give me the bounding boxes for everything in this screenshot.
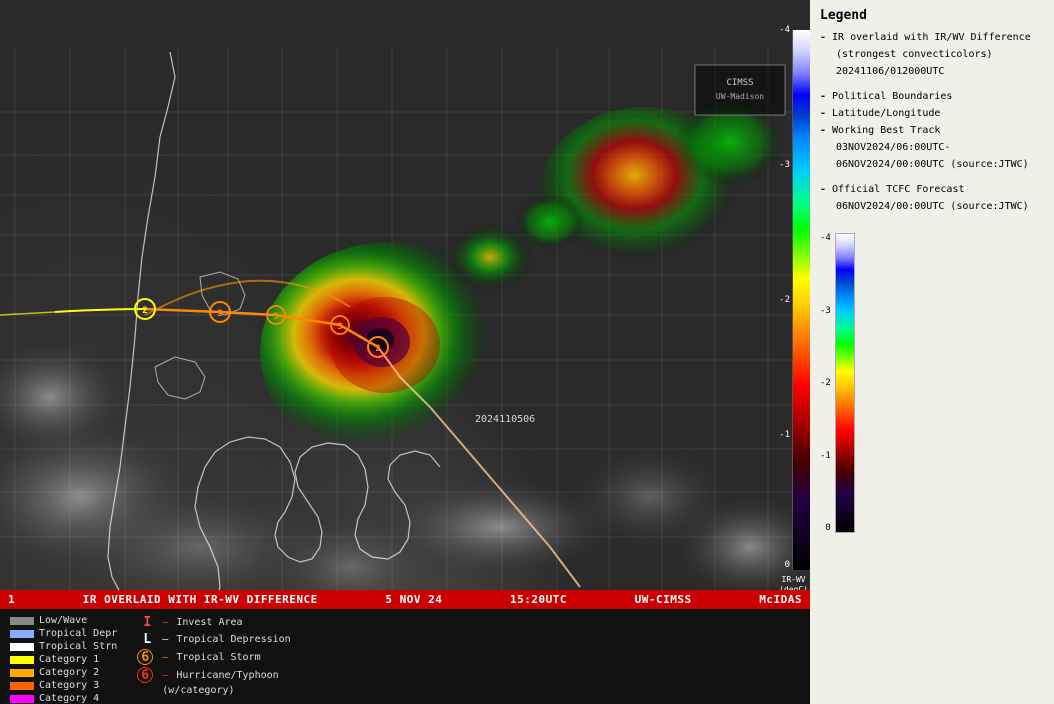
cat4-label: Category 4 <box>39 693 99 704</box>
legend-row-invest: I – Invest Area <box>137 615 290 630</box>
legend-text-tcfc-date: 06NOV2024/00:00UTC (source:JTWC) <box>836 200 1029 213</box>
legend-text-datetime: 20241106/012000UTC <box>836 65 944 78</box>
legend-row-td: Tropical Depr <box>10 628 117 639</box>
invest-dash: – <box>162 617 168 628</box>
legend-item-latlon: - Latitude/Longitude <box>820 107 1044 120</box>
legend-dash-4: - <box>820 124 826 137</box>
legend-row-cat4: Category 4 <box>10 693 117 704</box>
invest-symbol: I <box>137 615 157 630</box>
legend-dash-3: - <box>820 107 826 120</box>
legend-item-besttrack-period1: 03NOV2024/06:00UTC- <box>820 141 1044 154</box>
legend-item-ir: - IR overlaid with IR/WV Difference <box>820 31 1044 44</box>
legend-dash-1: - <box>820 31 826 44</box>
cat3-label: Category 3 <box>39 680 99 691</box>
ts-color <box>10 643 34 651</box>
cat3-color <box>10 682 34 690</box>
ts-symbol: 6 <box>137 649 153 665</box>
scale-label-3: -2 <box>779 295 790 305</box>
lowwave-color <box>10 617 34 625</box>
scale-tick-0: 0 <box>820 523 831 533</box>
legend-text-convecti: (strongest convecticolors) <box>836 48 993 61</box>
ts-sym-dash: – <box>162 652 168 663</box>
main-container: 2 3 3 3 2 2024110506 CIMSS UW-Madison 22… <box>0 0 1054 704</box>
legend-colorscale-container: -4 -3 -2 -1 0 <box>820 233 1044 533</box>
legend-spacer-2 <box>820 175 1044 183</box>
td-color <box>10 630 34 638</box>
legend-scale-bar <box>835 233 855 533</box>
scale-label-4: -1 <box>779 430 790 440</box>
legend-item-political: - Political Boundaries <box>820 90 1044 103</box>
invest-area-label: Invest Area <box>176 617 242 628</box>
hurricane-symbol: 6 <box>137 667 153 683</box>
hurricane-label: Hurricane/Typhoon <box>176 670 278 681</box>
cat2-label: Category 2 <box>39 667 99 678</box>
td-label: Tropical Depr <box>39 628 117 639</box>
td-symbol: L <box>137 632 157 647</box>
legend-text-bt-start: 03NOV2024/06:00UTC- <box>836 141 950 154</box>
legend-dash-5: - <box>820 183 826 196</box>
legend-row-cat2: Category 2 <box>10 667 117 678</box>
legend-scale-labels: -4 -3 -2 -1 0 <box>820 233 831 533</box>
legend-row-wcategory: (w/category) <box>137 685 290 696</box>
legend-row-lowwave: Low/Wave <box>10 615 117 626</box>
source-display: UW-CIMSS <box>635 593 692 606</box>
scale-label-2: -3 <box>779 160 790 170</box>
color-scale-bar <box>792 30 810 570</box>
legend-item-tcfc-date: 06NOV2024/00:00UTC (source:JTWC) <box>820 200 1044 213</box>
tropical-depression-label: Tropical Depression <box>176 634 290 645</box>
cat4-color <box>10 695 34 703</box>
legend-text-tcfc: Official TCFC Forecast <box>832 183 964 196</box>
symbol-legend: I – Invest Area L – Tropical Depression … <box>137 615 290 698</box>
time-display: 15:20UTC <box>510 593 567 606</box>
legend-text-ir: IR overlaid with IR/WV Difference <box>832 31 1031 44</box>
scale-label-top: -4 <box>779 25 790 35</box>
legend-row-cat1: Category 1 <box>10 654 117 665</box>
cat1-label: Category 1 <box>39 654 99 665</box>
legend-text-bt-end: 06NOV2024/00:00UTC (source:JTWC) <box>836 158 1029 171</box>
legend-dash-2: - <box>820 90 826 103</box>
legend-item-tcfc: - Official TCFC Forecast <box>820 183 1044 196</box>
software-display: McIDAS <box>759 593 802 606</box>
bottom-legend: Low/Wave Tropical Depr Tropical Strn Cat… <box>0 609 810 704</box>
legend-item-besttrack-period2: 06NOV2024/00:00UTC (source:JTWC) <box>820 158 1044 171</box>
legend-item-besttrack: - Working Best Track <box>820 124 1044 137</box>
lowwave-label: Low/Wave <box>39 615 87 626</box>
legend-spacer-1 <box>820 82 1044 90</box>
scale-tick-4: -4 <box>820 233 831 243</box>
scale-tick-2: -2 <box>820 378 831 388</box>
legend-item-datetime: 20241106/012000UTC <box>820 65 1044 78</box>
cat2-color <box>10 669 34 677</box>
status-bar: 1 IR OVERLAID WITH IR-WV DIFFERENCE 5 NO… <box>0 590 810 609</box>
legend-row-ts: Tropical Strn <box>10 641 117 652</box>
scale-tick-3: -3 <box>820 306 831 316</box>
map-section: 2 3 3 3 2 2024110506 CIMSS UW-Madison 22… <box>0 0 810 704</box>
legend-text-latlon: Latitude/Longitude <box>832 107 940 120</box>
legend-text-political: Political Boundaries <box>832 90 952 103</box>
legend-text-besttrack: Working Best Track <box>832 124 940 137</box>
wcategory-label: (w/category) <box>162 685 234 696</box>
track-type-legend: Low/Wave Tropical Depr Tropical Strn Cat… <box>10 615 117 698</box>
td-sym-dash: – <box>162 634 168 645</box>
overlay-label: IR OVERLAID WITH IR-WV DIFFERENCE <box>83 593 318 606</box>
frame-number: 1 <box>8 593 15 606</box>
scale-tick-1: -1 <box>820 451 831 461</box>
legend-panel: Legend - IR overlaid with IR/WV Differen… <box>810 0 1054 704</box>
legend-row-td-symbol: L – Tropical Depression <box>137 632 290 647</box>
tropical-storm-label: Tropical Storm <box>176 652 260 663</box>
legend-row-cat3: Category 3 <box>10 680 117 691</box>
legend-row-ts-symbol: 6 – Tropical Storm <box>137 649 290 665</box>
date-display: 5 NOV 24 <box>385 593 442 606</box>
legend-row-hurricane-symbol: 6 – Hurricane/Typhoon <box>137 667 290 683</box>
scale-label-5: 0 <box>785 560 790 570</box>
cat1-color <box>10 656 34 664</box>
legend-item-convecti: (strongest convecticolors) <box>820 48 1044 61</box>
legend-title: Legend <box>820 8 1044 23</box>
hurr-sym-dash: – <box>162 670 168 681</box>
ts-label: Tropical Strn <box>39 641 117 652</box>
